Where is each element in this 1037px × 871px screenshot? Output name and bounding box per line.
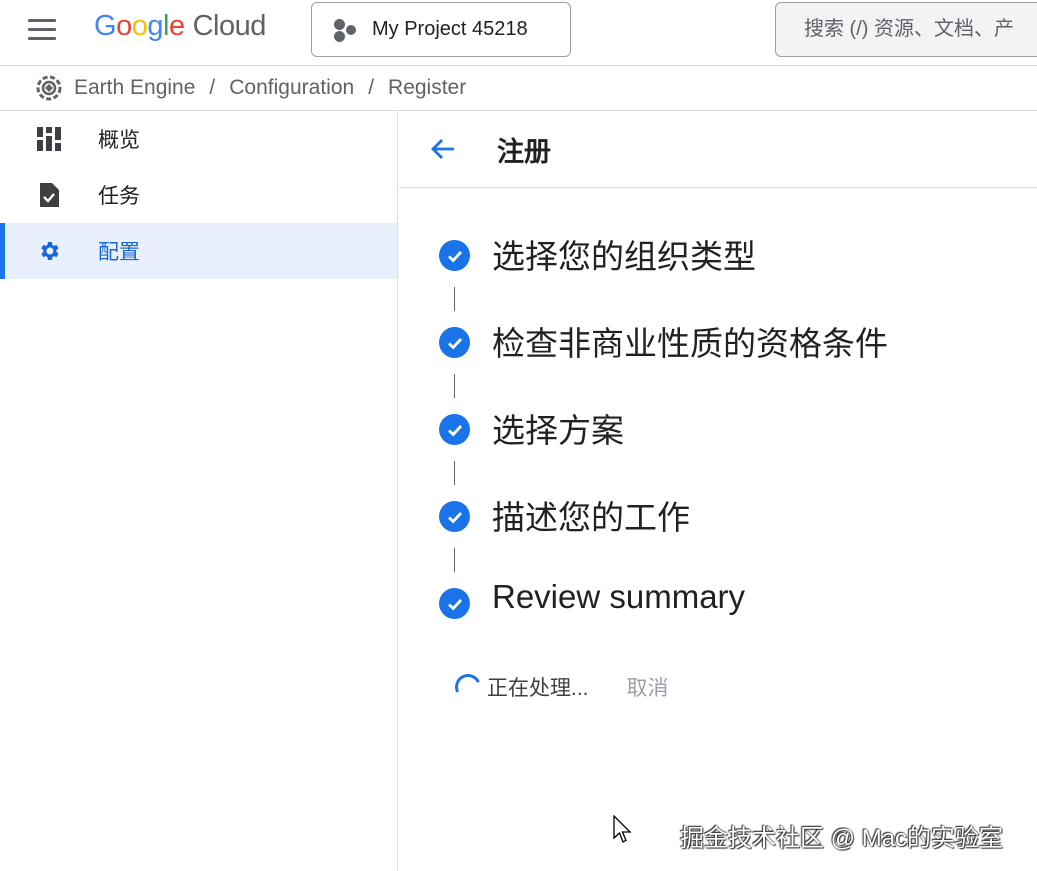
sidebar-item-tasks[interactable]: 任务 [0,167,397,223]
page-header: 注册 [399,111,1037,188]
task-file-icon [36,182,62,208]
breadcrumb-configuration[interactable]: Configuration [229,76,354,100]
top-bar: Google Cloud My Project 45218 [0,0,1037,66]
breadcrumb-separator: / [368,76,375,99]
hamburger-line [28,27,56,31]
step-connector [454,287,455,311]
logo-letter: g [147,10,163,42]
step-label: 描述您的工作 [492,499,690,536]
back-button[interactable] [427,133,459,165]
main-content: 注册 选择您的组织类型 检查非商业性质的资格条件 选择方案 描述您的工作 Rev… [399,111,1037,871]
hamburger-line [28,36,56,40]
check-circle-icon [439,240,470,271]
loading-spinner-icon [451,670,485,704]
processing-status: 正在处理... [487,677,589,700]
breadcrumb-separator: / [209,76,216,99]
project-picker-button[interactable]: My Project 45218 [311,2,571,57]
page-title: 注册 [497,136,551,167]
sidebar-item-label: 配置 [98,241,140,264]
main-menu-button[interactable] [22,14,62,44]
breadcrumb: Earth Engine / Configuration / Register [0,66,1037,111]
project-name: My Project 45218 [372,18,528,40]
check-circle-icon [439,588,470,619]
mouse-pointer-icon [613,815,632,843]
form-actions: 正在处理... 取消 [451,670,669,704]
project-hexagon-icon [332,17,358,43]
sidebar-item-configuration[interactable]: 配置 [0,223,397,279]
step-label: 选择方案 [492,412,624,449]
search-box[interactable] [775,2,1037,57]
sidebar-item-label: 任务 [98,185,140,208]
step-label: 检查非商业性质的资格条件 [492,325,888,362]
step-connector [454,461,455,485]
watermark: 掘金技术社区 @ Mac的实验室 [680,825,1004,852]
step-label: 选择您的组织类型 [492,238,756,275]
step-connector [454,374,455,398]
breadcrumb-register[interactable]: Register [388,76,466,100]
check-circle-icon [439,414,470,445]
google-cloud-logo[interactable]: Google Cloud [94,10,266,43]
breadcrumb-earth-engine[interactable]: Earth Engine [74,76,195,100]
earth-engine-icon [36,75,62,101]
search-input[interactable] [804,18,1037,41]
logo-cloud-text: Cloud [192,10,267,42]
arrow-back-icon [431,139,454,159]
sidebar-item-overview[interactable]: 概览 [0,111,397,167]
check-circle-icon [439,501,470,532]
step-label: Review summary [492,578,746,615]
sidebar: 概览 任务 配置 [0,111,398,871]
cancel-button[interactable]: 取消 [627,672,669,702]
sidebar-item-label: 概览 [98,129,140,152]
dashboard-icon [36,126,62,152]
logo-letter: e [168,10,185,42]
step-connector [454,548,455,572]
hamburger-icon [28,18,56,22]
logo-letter: o [116,10,132,42]
logo-letter: G [94,10,117,42]
logo-letter: o [131,10,148,42]
check-circle-icon [439,327,470,358]
gear-icon [36,238,62,264]
